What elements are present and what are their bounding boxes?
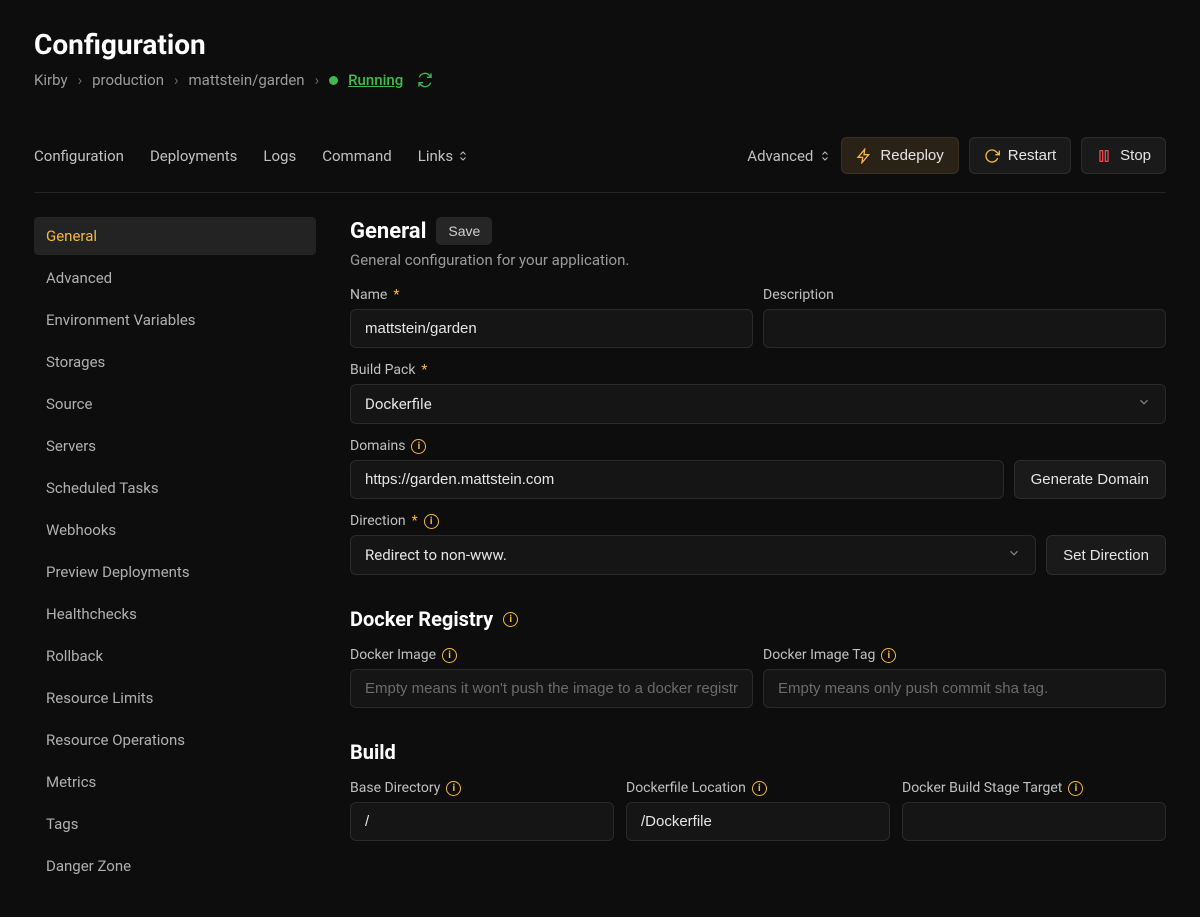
section-title-general: General (350, 219, 426, 244)
top-nav: Configuration Deployments Logs Command L… (34, 137, 1166, 193)
chevron-down-icon (1007, 546, 1021, 564)
stage-target-label: Docker Build Stage Target i (902, 780, 1166, 796)
sidebar-item-rollback[interactable]: Rollback (34, 637, 316, 675)
sidebar-item-env-vars[interactable]: Environment Variables (34, 301, 316, 339)
description-input[interactable] (763, 309, 1166, 348)
section-title-build: Build (350, 740, 1166, 764)
refresh-icon[interactable] (417, 72, 433, 88)
docker-image-label: Docker Image i (350, 647, 753, 663)
tab-logs[interactable]: Logs (263, 147, 296, 165)
actions: Advanced Redeploy Restart Stop (747, 137, 1166, 174)
sidebar-item-storages[interactable]: Storages (34, 343, 316, 381)
buildpack-label: Build Pack* (350, 362, 1166, 378)
sidebar-item-resource-limits[interactable]: Resource Limits (34, 679, 316, 717)
redeploy-icon (856, 148, 872, 164)
sidebar-item-source[interactable]: Source (34, 385, 316, 423)
info-icon[interactable]: i (442, 648, 457, 663)
docker-image-tag-label: Docker Image Tag i (763, 647, 1166, 663)
stop-icon (1096, 148, 1112, 164)
sidebar-item-metrics[interactable]: Metrics (34, 763, 316, 801)
tab-links[interactable]: Links (418, 147, 469, 165)
sidebar-item-scheduled-tasks[interactable]: Scheduled Tasks (34, 469, 316, 507)
chevron-right-icon: › (78, 71, 83, 89)
name-input[interactable] (350, 309, 753, 348)
base-dir-input[interactable] (350, 802, 614, 841)
chevron-up-down-icon (819, 150, 831, 162)
tab-configuration[interactable]: Configuration (34, 147, 124, 165)
description-label: Description (763, 287, 1166, 303)
info-icon[interactable]: i (1068, 781, 1083, 796)
section-title-docker: Docker Registry i (350, 607, 1166, 631)
breadcrumb-env[interactable]: production (92, 71, 164, 89)
breadcrumb-project[interactable]: Kirby (34, 71, 68, 89)
domains-input[interactable] (350, 460, 1004, 499)
status-running[interactable]: Running (348, 71, 403, 89)
domains-label: Domains i (350, 438, 1166, 454)
info-icon[interactable]: i (411, 439, 426, 454)
tabs: Configuration Deployments Logs Command L… (34, 147, 469, 165)
restart-icon (984, 148, 1000, 164)
sidebar-item-general[interactable]: General (34, 217, 316, 255)
redeploy-button[interactable]: Redeploy (841, 137, 958, 174)
chevron-down-icon (1137, 395, 1151, 413)
info-icon[interactable]: i (446, 781, 461, 796)
name-label: Name* (350, 287, 753, 303)
dockerfile-loc-input[interactable] (626, 802, 890, 841)
generate-domain-button[interactable]: Generate Domain (1014, 460, 1166, 499)
direction-label: Direction* i (350, 513, 1166, 529)
section-desc: General configuration for your applicati… (350, 251, 1166, 269)
tab-command[interactable]: Command (322, 147, 392, 165)
stop-button[interactable]: Stop (1081, 137, 1166, 174)
restart-button[interactable]: Restart (969, 137, 1071, 174)
info-icon[interactable]: i (503, 612, 518, 627)
sidebar: General Advanced Environment Variables S… (34, 217, 316, 889)
status-dot-icon (329, 76, 338, 85)
stage-target-input[interactable] (902, 802, 1166, 841)
base-dir-label: Base Directory i (350, 780, 614, 796)
info-icon[interactable]: i (424, 514, 439, 529)
sidebar-item-danger-zone[interactable]: Danger Zone (34, 847, 316, 885)
sidebar-item-servers[interactable]: Servers (34, 427, 316, 465)
docker-image-tag-input[interactable] (763, 669, 1166, 708)
breadcrumb: Kirby › production › mattstein/garden › … (34, 71, 1166, 89)
chevron-up-down-icon (457, 150, 469, 162)
content: General Save General configuration for y… (350, 217, 1166, 889)
save-button[interactable]: Save (436, 217, 492, 245)
tab-deployments[interactable]: Deployments (150, 147, 237, 165)
sidebar-item-healthchecks[interactable]: Healthchecks (34, 595, 316, 633)
buildpack-select[interactable]: Dockerfile (350, 384, 1166, 424)
advanced-dropdown[interactable]: Advanced (747, 147, 831, 165)
set-direction-button[interactable]: Set Direction (1046, 535, 1166, 575)
page-title: Configuration (34, 28, 1166, 61)
docker-image-input[interactable] (350, 669, 753, 708)
info-icon[interactable]: i (881, 648, 896, 663)
sidebar-item-tags[interactable]: Tags (34, 805, 316, 843)
info-icon[interactable]: i (752, 781, 767, 796)
chevron-right-icon: › (174, 71, 179, 89)
direction-select[interactable]: Redirect to non-www. (350, 535, 1036, 575)
sidebar-item-webhooks[interactable]: Webhooks (34, 511, 316, 549)
sidebar-item-resource-operations[interactable]: Resource Operations (34, 721, 316, 759)
sidebar-item-preview-deployments[interactable]: Preview Deployments (34, 553, 316, 591)
chevron-right-icon: › (315, 71, 320, 89)
dockerfile-loc-label: Dockerfile Location i (626, 780, 890, 796)
breadcrumb-repo[interactable]: mattstein/garden (189, 71, 305, 89)
sidebar-item-advanced[interactable]: Advanced (34, 259, 316, 297)
